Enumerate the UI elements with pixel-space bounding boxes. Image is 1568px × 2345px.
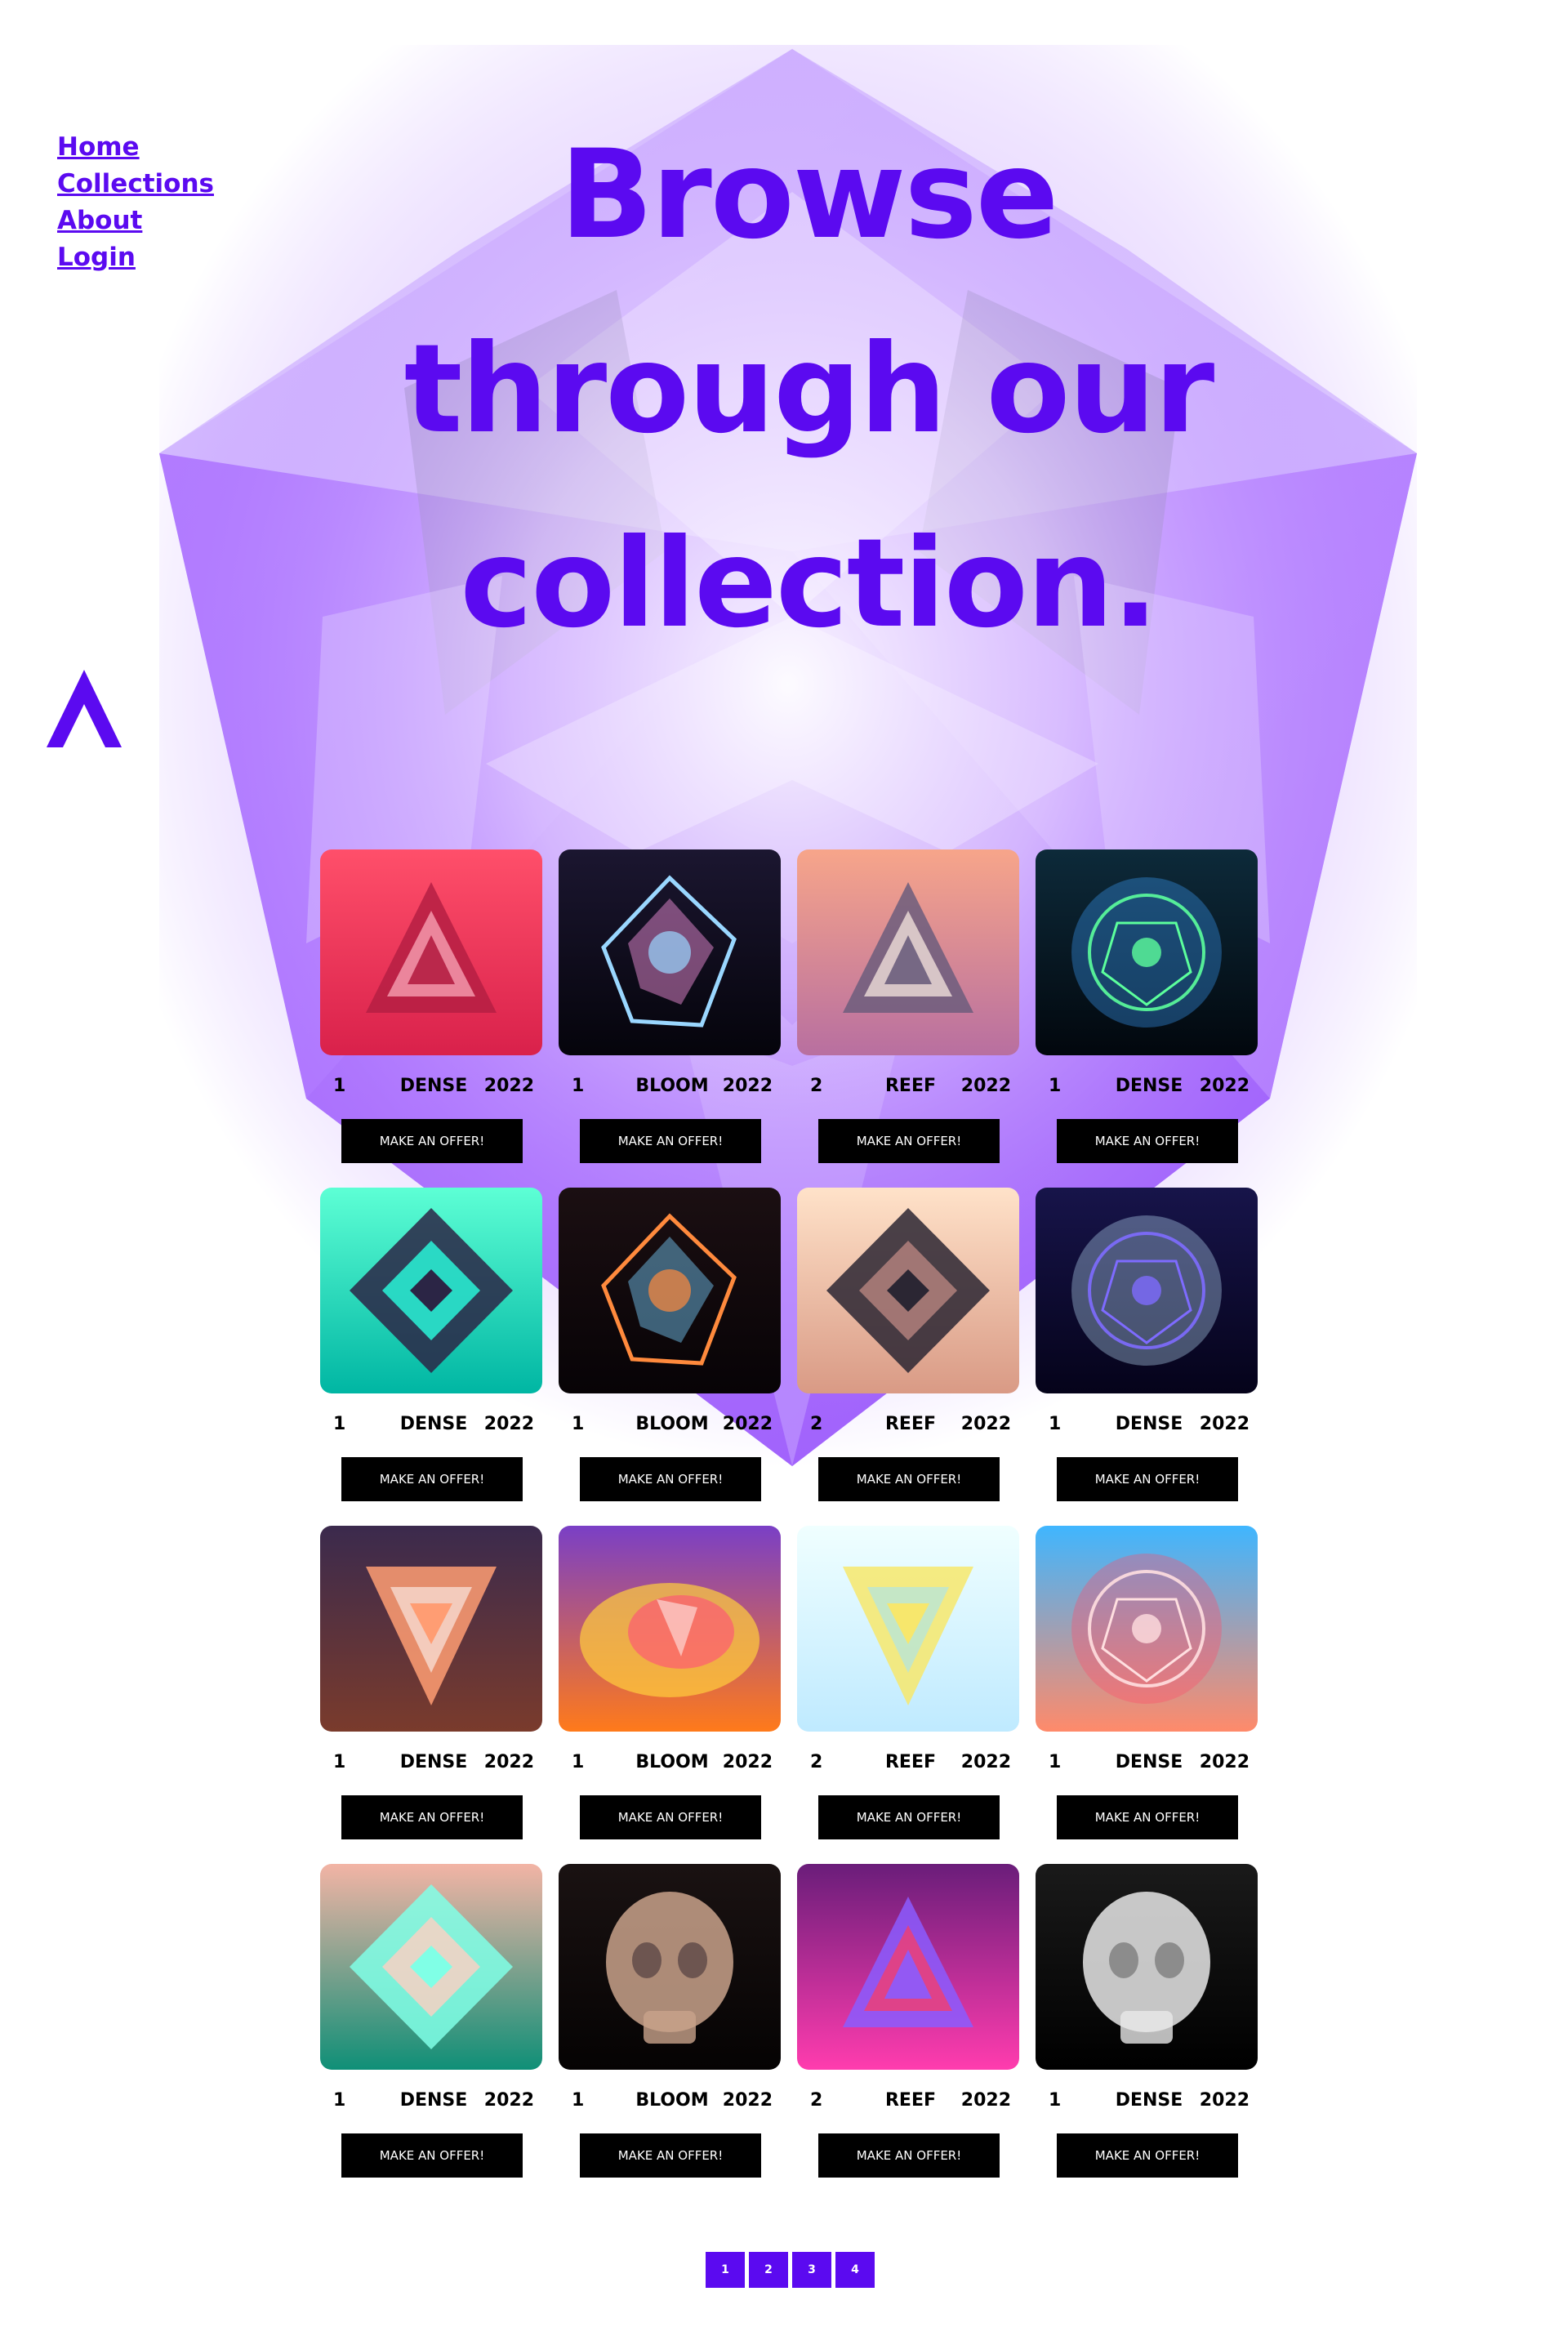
collection-card: 1 BLOOM 2022 MAKE AN OFFER! — [559, 1188, 781, 1526]
make-offer-button[interactable]: MAKE AN OFFER! — [580, 1119, 761, 1163]
make-offer-button[interactable]: MAKE AN OFFER! — [341, 1795, 523, 1839]
card-meta: 1 DENSE 2022 — [1049, 2090, 1250, 2111]
page-1-button[interactable]: 1 — [706, 2252, 745, 2288]
card-meta: 2 REEF 2022 — [810, 1752, 1011, 1773]
card-meta: 1 BLOOM 2022 — [572, 1752, 773, 1773]
make-offer-button[interactable]: MAKE AN OFFER! — [818, 2133, 1000, 2178]
artwork-year: 2022 — [1199, 1414, 1250, 1434]
make-offer-button[interactable]: MAKE AN OFFER! — [818, 1795, 1000, 1839]
collection-card: 2 REEF 2022 MAKE AN OFFER! — [797, 1188, 1019, 1526]
artwork-year: 2022 — [1199, 1752, 1250, 1772]
collection-card: 1 DENSE 2022 MAKE AN OFFER! — [1036, 1526, 1258, 1864]
artwork-thumbnail[interactable] — [320, 1526, 542, 1732]
collection-card: 2 REEF 2022 MAKE AN OFFER! — [797, 1526, 1019, 1864]
artwork-thumbnail[interactable] — [797, 1188, 1019, 1393]
collection-card: 1 DENSE 2022 MAKE AN OFFER! — [1036, 1188, 1258, 1526]
page-2-button[interactable]: 2 — [749, 2252, 788, 2288]
artwork-thumbnail[interactable] — [797, 1864, 1019, 2070]
artwork-year: 2022 — [960, 1076, 1011, 1096]
make-offer-button[interactable]: MAKE AN OFFER! — [341, 1119, 523, 1163]
artwork-year: 2022 — [483, 1076, 534, 1096]
card-meta: 2 REEF 2022 — [810, 1076, 1011, 1097]
collection-card: 1 BLOOM 2022 MAKE AN OFFER! — [559, 849, 781, 1188]
collection-card: 1 BLOOM 2022 MAKE AN OFFER! — [559, 1526, 781, 1864]
card-meta: 1 DENSE 2022 — [1049, 1414, 1250, 1435]
nav-about-link[interactable]: About — [57, 203, 214, 239]
collection-grid: 1 DENSE 2022 MAKE AN OFFER! 1 BLOOM 2022 MAKE A… — [320, 849, 1258, 2202]
artwork-year: 2022 — [722, 2090, 773, 2111]
card-meta: 1 DENSE 2022 — [333, 2090, 534, 2111]
collection-card: 1 DENSE 2022 MAKE AN OFFER! — [320, 849, 542, 1188]
artwork-thumbnail[interactable] — [559, 1188, 781, 1393]
artwork-year: 2022 — [722, 1752, 773, 1772]
artwork-thumbnail[interactable] — [559, 1864, 781, 2070]
make-offer-button[interactable]: MAKE AN OFFER! — [818, 1457, 1000, 1501]
collection-card: 1 DENSE 2022 MAKE AN OFFER! — [320, 1864, 542, 2202]
artwork-thumbnail[interactable] — [559, 849, 781, 1055]
card-meta: 1 DENSE 2022 — [333, 1752, 534, 1773]
artwork-thumbnail[interactable] — [1036, 849, 1258, 1055]
page-3-button[interactable]: 3 — [792, 2252, 831, 2288]
artwork-year: 2022 — [722, 1414, 773, 1434]
card-meta: 1 DENSE 2022 — [333, 1414, 534, 1435]
pagination: 1 2 3 4 — [706, 2252, 875, 2288]
nav-collections-link[interactable]: Collections — [57, 166, 214, 203]
artwork-year: 2022 — [960, 1414, 1011, 1434]
card-meta: 2 REEF 2022 — [810, 1414, 1011, 1435]
brand-logo-icon[interactable] — [47, 670, 122, 747]
collection-card: 1 DENSE 2022 MAKE AN OFFER! — [320, 1526, 542, 1864]
make-offer-button[interactable]: MAKE AN OFFER! — [1057, 1119, 1238, 1163]
artwork-year: 2022 — [722, 1076, 773, 1096]
artwork-year: 2022 — [483, 1414, 534, 1434]
artwork-year: 2022 — [1199, 1076, 1250, 1096]
card-meta: 1 BLOOM 2022 — [572, 1414, 773, 1435]
artwork-year: 2022 — [960, 2090, 1011, 2111]
artwork-year: 2022 — [483, 2090, 534, 2111]
make-offer-button[interactable]: MAKE AN OFFER! — [580, 1457, 761, 1501]
nav-home-link[interactable]: Home — [57, 129, 214, 166]
make-offer-button[interactable]: MAKE AN OFFER! — [1057, 2133, 1238, 2178]
collection-card: 1 DENSE 2022 MAKE AN OFFER! — [1036, 1864, 1258, 2202]
artwork-thumbnail[interactable] — [320, 849, 542, 1055]
card-meta: 1 DENSE 2022 — [1049, 1752, 1250, 1773]
artwork-thumbnail[interactable] — [797, 849, 1019, 1055]
nav-login-link[interactable]: Login — [57, 239, 214, 276]
artwork-year: 2022 — [1199, 2090, 1250, 2111]
make-offer-button[interactable]: MAKE AN OFFER! — [341, 2133, 523, 2178]
collection-card: 2 REEF 2022 MAKE AN OFFER! — [797, 1864, 1019, 2202]
collection-card: 1 DENSE 2022 MAKE AN OFFER! — [320, 1188, 542, 1526]
collection-card: 1 BLOOM 2022 MAKE AN OFFER! — [559, 1864, 781, 2202]
collection-card: 1 DENSE 2022 MAKE AN OFFER! — [1036, 849, 1258, 1188]
card-meta: 1 DENSE 2022 — [1049, 1076, 1250, 1097]
artwork-thumbnail[interactable] — [797, 1526, 1019, 1732]
make-offer-button[interactable]: MAKE AN OFFER! — [580, 2133, 761, 2178]
card-meta: 1 BLOOM 2022 — [572, 2090, 773, 2111]
card-meta: 1 DENSE 2022 — [333, 1076, 534, 1097]
artwork-thumbnail[interactable] — [320, 1188, 542, 1393]
artwork-thumbnail[interactable] — [1036, 1526, 1258, 1732]
collection-card: 2 REEF 2022 MAKE AN OFFER! — [797, 849, 1019, 1188]
card-meta: 2 REEF 2022 — [810, 2090, 1011, 2111]
artwork-thumbnail[interactable] — [1036, 1188, 1258, 1393]
main-nav: Home Collections About Login — [57, 129, 214, 276]
page-title: Browse through our collection. — [403, 124, 1215, 655]
make-offer-button[interactable]: MAKE AN OFFER! — [818, 1119, 1000, 1163]
artwork-year: 2022 — [960, 1752, 1011, 1772]
artwork-thumbnail[interactable] — [559, 1526, 781, 1732]
make-offer-button[interactable]: MAKE AN OFFER! — [580, 1795, 761, 1839]
card-meta: 1 BLOOM 2022 — [572, 1076, 773, 1097]
make-offer-button[interactable]: MAKE AN OFFER! — [1057, 1457, 1238, 1501]
artwork-thumbnail[interactable] — [1036, 1864, 1258, 2070]
artwork-thumbnail[interactable] — [320, 1864, 542, 2070]
make-offer-button[interactable]: MAKE AN OFFER! — [341, 1457, 523, 1501]
artwork-year: 2022 — [483, 1752, 534, 1772]
page-4-button[interactable]: 4 — [835, 2252, 875, 2288]
make-offer-button[interactable]: MAKE AN OFFER! — [1057, 1795, 1238, 1839]
